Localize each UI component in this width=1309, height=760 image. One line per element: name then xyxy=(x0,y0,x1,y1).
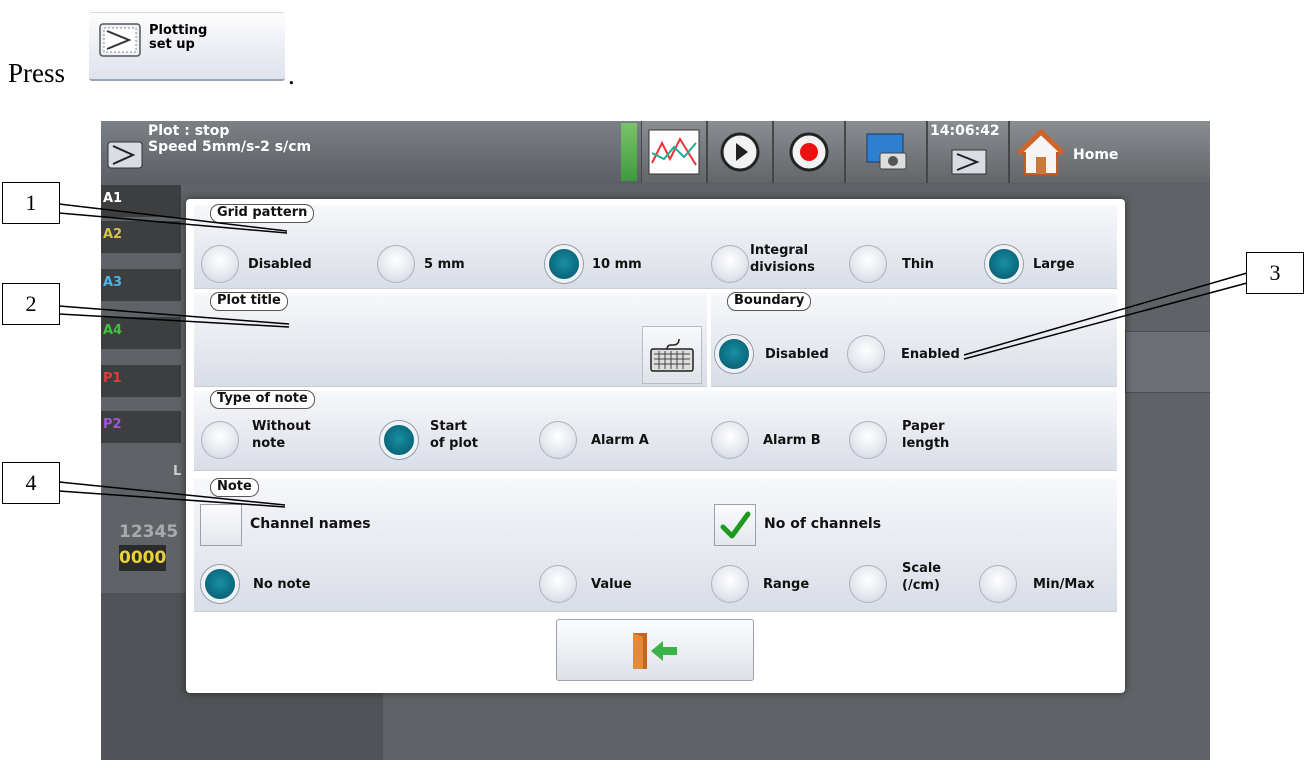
callout-line-1 xyxy=(58,203,288,234)
callout-line-3 xyxy=(963,272,1248,360)
callout-lines xyxy=(58,203,1248,508)
callout-line-4 xyxy=(58,481,286,508)
callout-line-2 xyxy=(58,305,290,328)
